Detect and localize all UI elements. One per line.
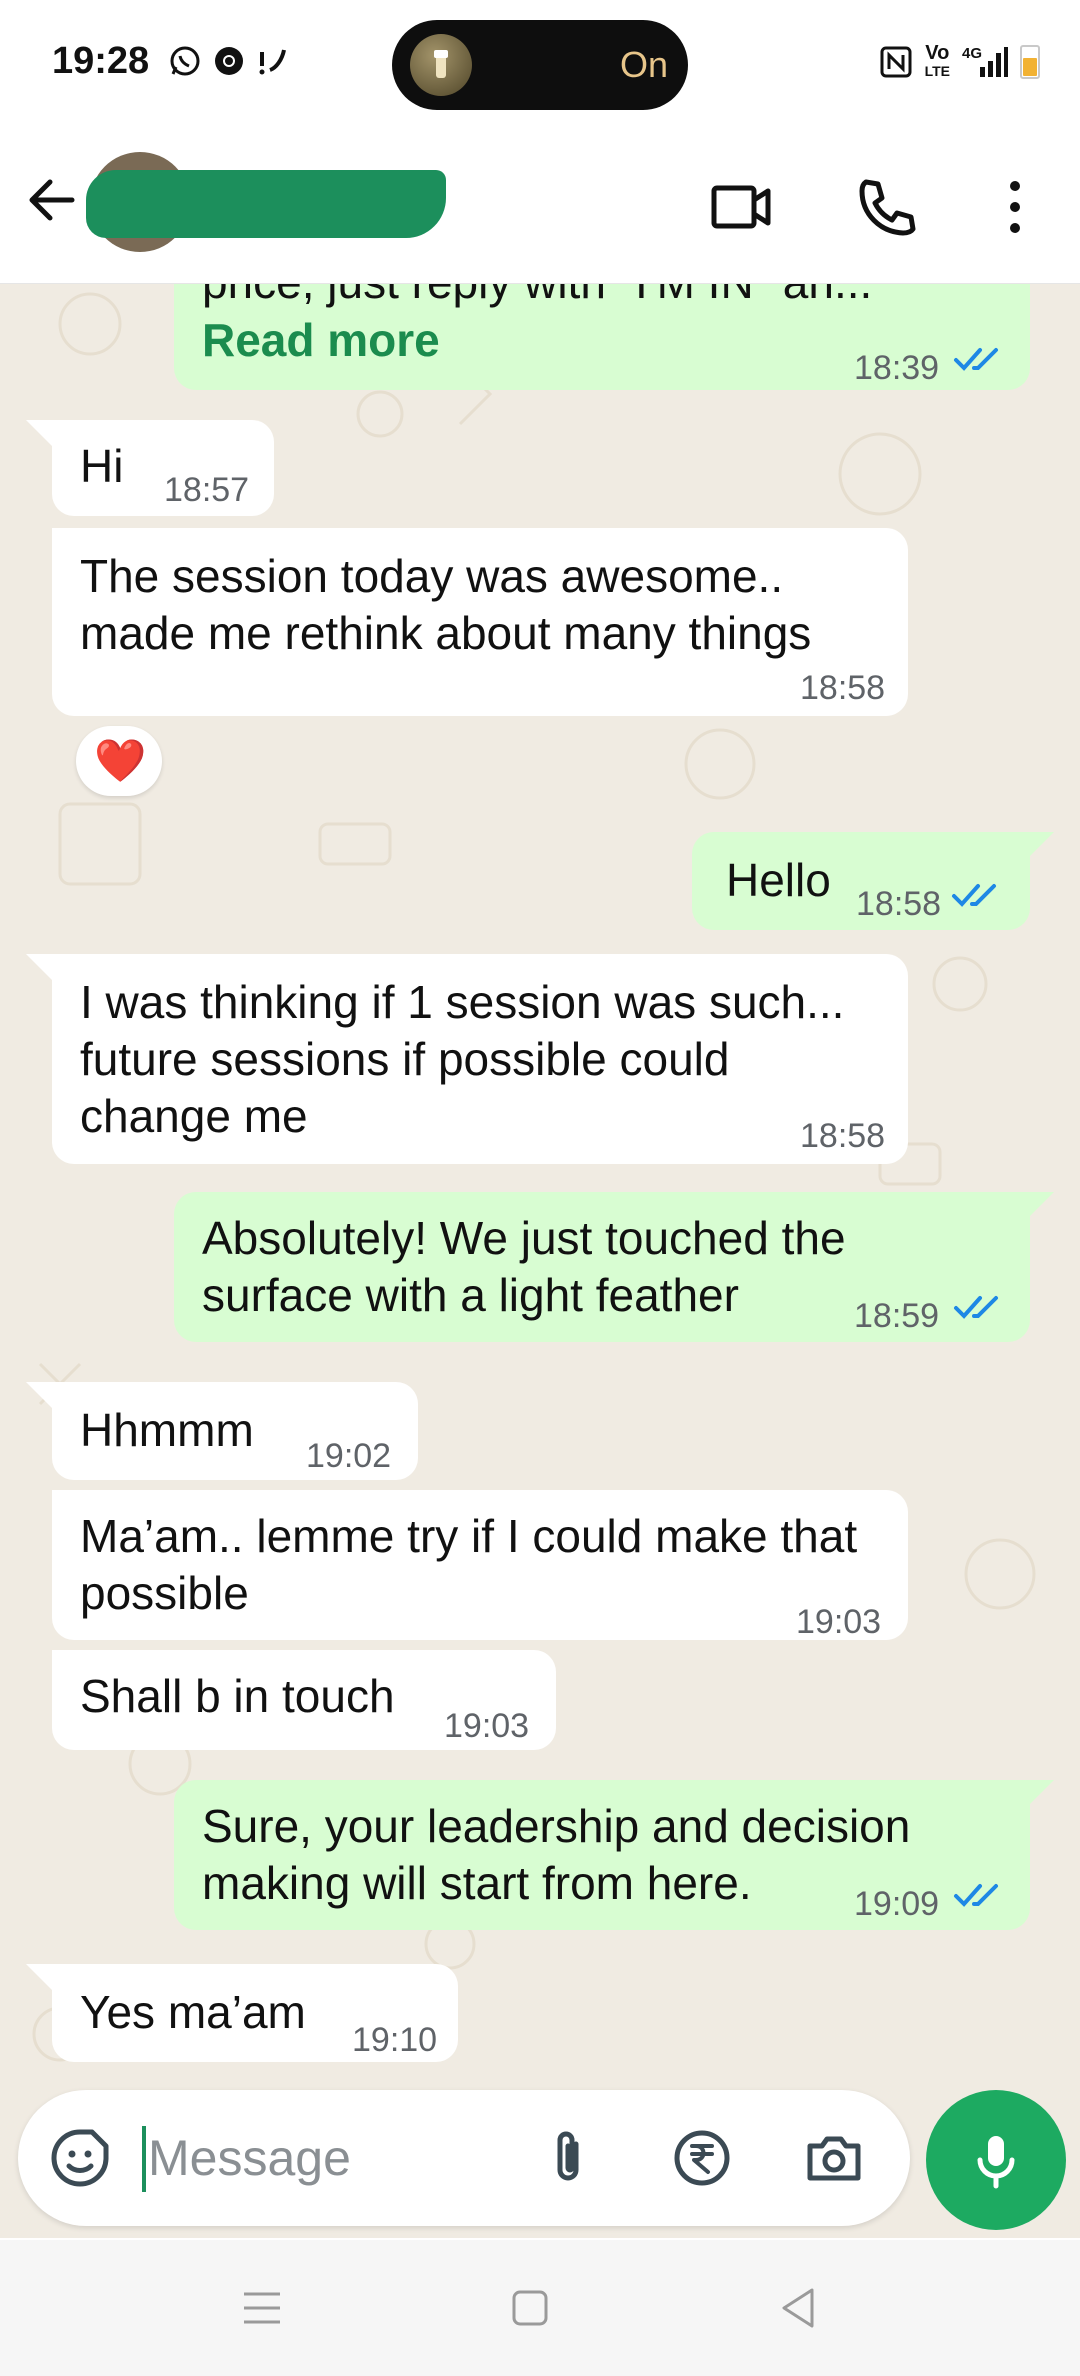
signal-icon: 4G bbox=[962, 45, 1008, 79]
status-notification-icons bbox=[168, 44, 290, 78]
status-system-icons: Vo LTE 4G bbox=[879, 42, 1040, 80]
message-bubble-outgoing[interactable]: price, just reply with "I'M IN" an... Re… bbox=[174, 284, 1030, 390]
message-bubble-incoming[interactable]: Yes ma’am 19:10 bbox=[52, 1964, 458, 2062]
read-more-link[interactable]: Read more bbox=[202, 312, 440, 369]
message-time: 19:09 bbox=[854, 1885, 940, 1923]
read-ticks-icon bbox=[954, 1884, 998, 1907]
dynamic-island-flashlight[interactable]: On bbox=[392, 20, 688, 110]
battery-icon bbox=[1020, 45, 1040, 79]
contact-name-redacted[interactable] bbox=[86, 170, 446, 238]
message-text: Sure, your leadership and decision makin… bbox=[202, 1800, 911, 1909]
message-text: I was thinking if 1 session was such... … bbox=[80, 976, 845, 1142]
message-reaction[interactable]: ❤️ bbox=[76, 726, 162, 796]
message-bubble-incoming[interactable]: I was thinking if 1 session was such... … bbox=[52, 954, 908, 1164]
message-time: 18:58 bbox=[800, 669, 886, 707]
more-vert-icon[interactable] bbox=[980, 172, 1050, 242]
flashlight-status: On bbox=[619, 44, 668, 85]
back-arrow-icon[interactable] bbox=[22, 170, 82, 230]
message-time: 19:02 bbox=[306, 1437, 392, 1475]
bubble-tail bbox=[26, 420, 52, 446]
message-bubble-incoming[interactable]: Ma’am.. lemme try if I could make that p… bbox=[52, 1490, 908, 1641]
message-time: 18:39 bbox=[854, 349, 940, 387]
bubble-tail bbox=[1028, 832, 1054, 858]
message-text: Shall b in touch bbox=[80, 1670, 395, 1722]
sticker-icon[interactable] bbox=[48, 2126, 112, 2190]
message-text: Absolutely! We just touched the surface … bbox=[202, 1212, 846, 1321]
message-time: 19:03 bbox=[444, 1707, 530, 1745]
system-navigation-bar bbox=[0, 2240, 1080, 2376]
mic-icon bbox=[977, 2136, 1015, 2189]
message-time: 18:58 bbox=[856, 885, 942, 923]
status-time: 19:28 bbox=[52, 40, 150, 82]
message-text: Ma’am.. lemme try if I could make that p… bbox=[80, 1510, 858, 1619]
message-composer bbox=[18, 2090, 910, 2226]
whatsapp-icon bbox=[170, 46, 200, 76]
heart-reaction-icon: ❤️ bbox=[94, 737, 147, 784]
camera-icon[interactable] bbox=[802, 2126, 866, 2190]
message-text: The session today was awesome.. made me … bbox=[80, 550, 812, 659]
read-ticks-icon bbox=[952, 884, 996, 907]
message-text: Hello bbox=[726, 854, 831, 906]
bubble-tail bbox=[26, 1964, 52, 1990]
message-bubble-incoming[interactable]: The session today was awesome.. made me … bbox=[52, 528, 908, 716]
voice-call-icon[interactable] bbox=[852, 172, 922, 242]
message-text: Hi bbox=[80, 440, 124, 492]
attach-icon[interactable] bbox=[536, 2126, 600, 2190]
chrome-icon bbox=[215, 47, 243, 75]
message-bubble-outgoing[interactable]: Hello 18:58 bbox=[692, 832, 1030, 930]
nfc-icon bbox=[880, 46, 912, 78]
message-time: 18:57 bbox=[164, 471, 250, 509]
voice-record-button[interactable] bbox=[926, 2090, 1066, 2230]
missed-call-icon bbox=[259, 49, 286, 75]
message-bubble-outgoing[interactable]: Absolutely! We just touched the surface … bbox=[174, 1192, 1030, 1342]
message-time: 18:58 bbox=[800, 1117, 886, 1155]
message-time: 19:10 bbox=[352, 2021, 438, 2059]
message-text: Hhmmm bbox=[80, 1404, 254, 1456]
bubble-tail bbox=[1028, 1192, 1054, 1218]
read-ticks-icon bbox=[954, 348, 998, 371]
message-text: price, just reply with "I'M IN" an... bbox=[202, 284, 872, 311]
bubble-tail bbox=[26, 954, 52, 980]
bubble-tail bbox=[1028, 1780, 1054, 1806]
bubble-tail bbox=[26, 1382, 52, 1408]
message-text: Yes ma’am bbox=[80, 1986, 306, 2038]
read-ticks-icon bbox=[954, 1296, 998, 1319]
message-input[interactable] bbox=[148, 2116, 468, 2200]
chat-header bbox=[0, 130, 1080, 284]
back-icon[interactable] bbox=[772, 2282, 824, 2334]
text-cursor bbox=[142, 2126, 146, 2192]
message-time: 19:03 bbox=[796, 1603, 882, 1641]
home-icon[interactable] bbox=[504, 2282, 556, 2334]
message-bubble-incoming[interactable]: Hi 18:57 bbox=[52, 420, 274, 516]
rupee-payment-icon[interactable] bbox=[670, 2126, 734, 2190]
message-time: 18:59 bbox=[854, 1297, 940, 1335]
status-bar: 19:28 On Vo LTE 4G bbox=[0, 0, 1080, 130]
message-bubble-incoming[interactable]: Shall b in touch 19:03 bbox=[52, 1650, 556, 1750]
volte-indicator: Vo LTE bbox=[924, 42, 950, 79]
message-bubble-incoming[interactable]: Hhmmm 19:02 bbox=[52, 1382, 418, 1480]
video-call-icon[interactable] bbox=[706, 172, 776, 242]
chat-area[interactable]: price, just reply with "I'M IN" an... Re… bbox=[0, 284, 1080, 2238]
menu-icon[interactable] bbox=[236, 2282, 288, 2334]
flashlight-icon bbox=[410, 34, 472, 96]
message-bubble-outgoing[interactable]: Sure, your leadership and decision makin… bbox=[174, 1780, 1030, 1930]
